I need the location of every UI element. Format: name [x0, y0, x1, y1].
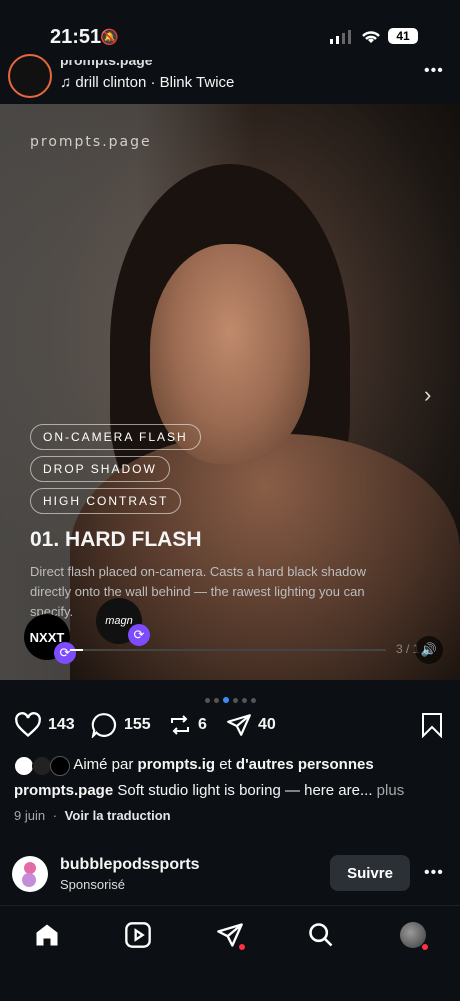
like-count: 143 [48, 716, 75, 733]
sponsor-username[interactable]: bubblepodssports [60, 856, 200, 874]
carousel-indicator [0, 690, 460, 708]
status-time: 21:51 [50, 26, 102, 48]
send-icon [227, 714, 251, 736]
carousel-next-icon[interactable]: › [424, 382, 431, 408]
caption-text: Soft studio light is boring — here are..… [117, 782, 373, 799]
like-action[interactable]: 143 [14, 712, 75, 738]
comment-count: 155 [124, 716, 151, 733]
battery-icon: 41 [388, 28, 418, 44]
media-watermark: prompts.page [30, 134, 152, 150]
volume-button[interactable]: 🔊 [415, 636, 443, 664]
caption-username[interactable]: prompts.page [14, 782, 113, 799]
liked-by-connector: et [219, 756, 232, 773]
liked-by-prefix: Aimé par [73, 756, 134, 773]
translate-link[interactable]: Voir la traduction [65, 808, 171, 823]
carousel-dot-active [222, 697, 229, 703]
sponsored-label: Sponsorisé [60, 877, 126, 892]
liked-by-user[interactable]: prompts.ig [138, 756, 216, 773]
comment-action[interactable]: 155 [90, 712, 151, 738]
battery-level: 41 [396, 29, 410, 43]
liker-avatars [14, 756, 70, 777]
post-caption: prompts.page Soft studio light is boring… [14, 782, 454, 799]
save-button[interactable] [420, 712, 444, 738]
tag-pill: HIGH CONTRAST [30, 488, 182, 514]
mute-icon: 🔕 [100, 29, 119, 46]
liked-by-others[interactable]: d'autres personnes [236, 756, 374, 773]
share-count: 40 [258, 716, 276, 733]
media-title: 01. HARD FLASH [30, 528, 202, 551]
sponsor-avatar[interactable] [12, 856, 48, 892]
carousel-dot [232, 698, 238, 703]
collab-logo-nxxt[interactable]: NXXT ⟳ [24, 614, 76, 664]
bottom-nav [0, 905, 460, 1001]
nav-reels[interactable] [123, 920, 153, 950]
music-note-icon: ♫ [60, 74, 72, 91]
carousel-dot [250, 698, 256, 703]
reel-progress[interactable] [70, 649, 386, 651]
post-header: prompts.page ♫ drill clinton · Blink Twi… [0, 54, 460, 104]
carousel-dot [204, 698, 210, 703]
post-more-button[interactable]: ••• [424, 62, 444, 80]
tag-pill: DROP SHADOW [30, 456, 170, 482]
notification-dot [422, 944, 428, 950]
volume-icon: 🔊 [420, 642, 438, 657]
carousel-dot [213, 698, 219, 703]
sponsor-more-button[interactable]: ••• [424, 864, 444, 882]
collab-logo-magn[interactable]: magn ⟳ [96, 598, 150, 646]
post-media[interactable]: prompts.page › ON-CAMERA FLASH DROP SHAD… [0, 104, 460, 680]
liked-by-line[interactable]: Aimé par prompts.ig et d'autres personne… [14, 756, 374, 777]
reel-progress-fill [70, 649, 83, 651]
meta-separator: · [52, 808, 58, 823]
nav-messages[interactable] [215, 920, 245, 950]
music-label[interactable]: ♫ drill clinton · Blink Twice [60, 74, 234, 91]
sponsored-header: bubblepodssports Sponsorisé Suivre ••• [0, 852, 460, 896]
repost-action[interactable]: 6 [168, 712, 207, 738]
tag-pill: ON-CAMERA FLASH [30, 424, 201, 450]
post-meta: 9 juin · Voir la traduction [14, 808, 171, 823]
media-description: Direct flash placed on-camera. Casts a h… [30, 564, 366, 619]
heart-icon [15, 712, 41, 738]
nav-home[interactable] [32, 920, 62, 950]
caption-more-link[interactable]: plus [377, 782, 405, 799]
share-action[interactable]: 40 [226, 712, 276, 738]
comment-icon [91, 713, 117, 738]
follow-button[interactable]: Suivre [330, 855, 410, 891]
action-bar: 143 155 6 40 [0, 712, 460, 742]
nav-search[interactable] [306, 920, 336, 950]
nav-profile[interactable] [398, 920, 428, 950]
bookmark-icon [422, 713, 442, 738]
repost-icon [171, 715, 189, 735]
repost-badge-icon: ⟳ [128, 624, 150, 646]
notification-dot [239, 944, 245, 950]
post-date: 9 juin [14, 808, 46, 823]
post-avatar[interactable] [8, 54, 52, 98]
signal-icon [330, 30, 351, 44]
search-icon [309, 923, 333, 947]
carousel-dot [241, 698, 247, 703]
reels-icon [125, 922, 151, 948]
repost-badge-icon: ⟳ [54, 642, 76, 664]
home-icon [36, 924, 58, 946]
music-title: drill clinton · Blink Twice [75, 74, 235, 91]
wifi-icon [362, 31, 380, 43]
repost-count: 6 [198, 716, 207, 733]
